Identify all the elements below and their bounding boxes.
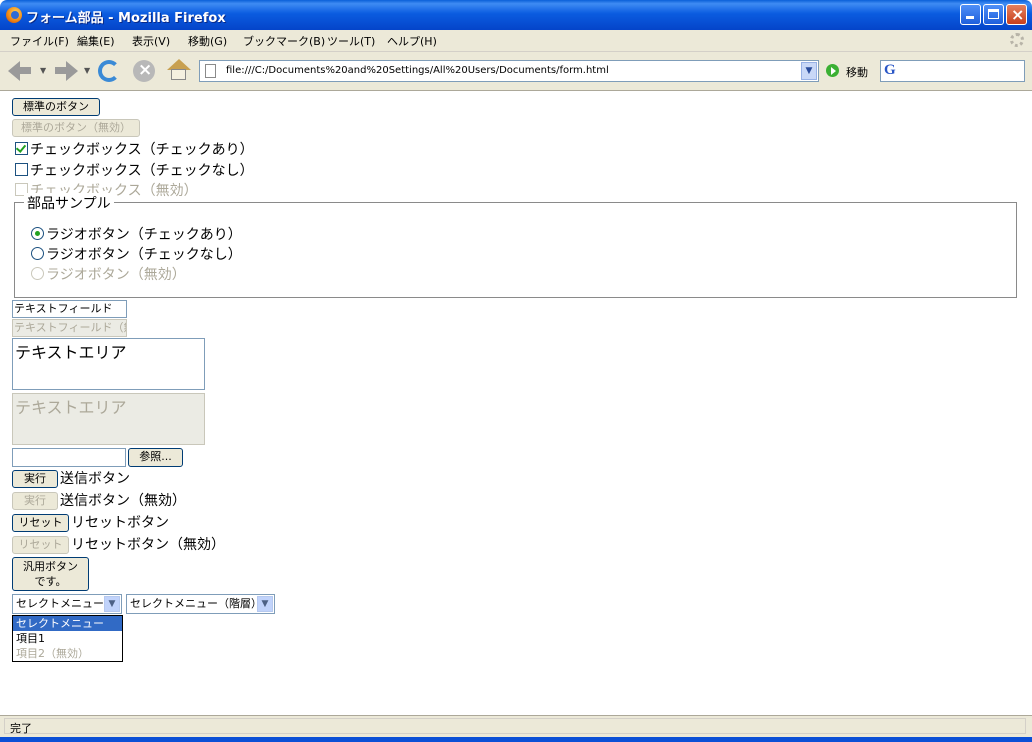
- status-panel: [4, 718, 1026, 734]
- go-button-label[interactable]: 移動: [846, 64, 868, 80]
- search-box[interactable]: G: [880, 60, 1025, 82]
- radio-disabled: [31, 267, 44, 280]
- submit-button-label: 送信ボタン: [60, 471, 130, 487]
- submit-button-disabled-label: 送信ボタン（無効）: [60, 493, 186, 509]
- radio-unchecked-label: ラジオボタン（チェックなし）: [46, 247, 242, 263]
- throbber-icon: [1010, 33, 1024, 47]
- menu-view[interactable]: 表示(V): [132, 33, 170, 49]
- generic-button-line2: です。: [34, 575, 67, 588]
- text-field[interactable]: テキストフィールド: [12, 300, 127, 318]
- go-icon[interactable]: [826, 64, 839, 77]
- checkbox-unchecked-label: チェックボックス（チェックなし）: [30, 163, 254, 179]
- reset-button-disabled: リセット: [12, 536, 69, 554]
- close-button[interactable]: ×: [1006, 4, 1027, 25]
- menu-file[interactable]: ファイル(F): [10, 33, 69, 49]
- menu-go[interactable]: 移動(G): [188, 33, 227, 49]
- checkmark-icon: [15, 142, 27, 153]
- menu-edit[interactable]: 編集(E): [77, 33, 115, 49]
- standard-button-disabled: 標準のボタン（無効）: [12, 119, 140, 137]
- menu-tools[interactable]: ツール(T): [327, 33, 375, 49]
- radio-checked-label: ラジオボタン（チェックあり）: [46, 227, 242, 243]
- forward-button[interactable]: [52, 60, 78, 82]
- reset-button-disabled-label: リセットボタン（無効）: [71, 537, 225, 553]
- checkbox-checked[interactable]: [15, 142, 28, 155]
- standard-button[interactable]: 標準のボタン: [12, 98, 100, 116]
- select-menu-grouped-dropdown-icon[interactable]: ▼: [257, 596, 273, 612]
- select-menu-value: セレクトメニュー: [16, 597, 104, 610]
- select-menu-dropdown-icon[interactable]: ▼: [104, 596, 120, 612]
- stop-icon[interactable]: [133, 60, 155, 82]
- back-history-dropdown-icon[interactable]: ▼: [40, 66, 46, 75]
- google-search-engine-icon[interactable]: G: [884, 62, 896, 79]
- select-option-1[interactable]: 項目1: [13, 631, 122, 646]
- minimize-icon: [966, 16, 974, 19]
- generic-button-line1: 汎用ボタン: [23, 560, 78, 573]
- menu-bookmarks[interactable]: ブックマーク(B): [243, 33, 325, 49]
- fieldset-parts-sample: 部品サンプル ラジオボタン（チェックあり） ラジオボタン（チェックなし） ラジオ…: [14, 193, 1017, 298]
- generic-button[interactable]: 汎用ボタン です。: [12, 557, 89, 591]
- submit-button-disabled: 実行: [12, 492, 58, 510]
- forward-arrow-icon: [66, 61, 78, 81]
- back-button[interactable]: [8, 60, 34, 82]
- status-text: 完了: [10, 722, 32, 735]
- menu-help[interactable]: ヘルプ(H): [387, 33, 437, 49]
- reset-button-label: リセットボタン: [71, 515, 169, 531]
- select-menu-grouped-value: セレクトメニュー（階層）: [130, 597, 262, 610]
- url-history-dropdown-icon[interactable]: ▼: [801, 62, 817, 80]
- textarea-disabled: テキストエリア: [12, 393, 205, 445]
- radio-dot-icon: [35, 231, 40, 236]
- firefox-icon: [6, 7, 22, 23]
- url-text[interactable]: file:///C:/Documents%20and%20Settings/Al…: [226, 65, 609, 76]
- home-icon[interactable]: [166, 59, 192, 83]
- forward-history-dropdown-icon[interactable]: ▼: [84, 66, 90, 75]
- page-icon: [205, 64, 216, 78]
- select-dropdown-list: セレクトメニュー 項目1 項目2（無効）: [12, 615, 123, 662]
- select-option-2: 項目2（無効）: [16, 647, 89, 660]
- fieldset-legend: 部品サンプル: [24, 193, 114, 213]
- checkbox-unchecked[interactable]: [15, 163, 28, 176]
- menu-bar: ファイル(F) 編集(E) 表示(V) 移動(G) ブックマーク(B) ツール(…: [0, 30, 1032, 52]
- radio-unchecked[interactable]: [31, 247, 44, 260]
- submit-button[interactable]: 実行: [12, 470, 58, 488]
- text-field-disabled: テキストフィールド（無効）: [12, 319, 127, 337]
- browse-button[interactable]: 参照...: [128, 448, 183, 467]
- radio-disabled-label: ラジオボタン（無効）: [46, 267, 186, 283]
- status-bar: 完了: [0, 715, 1032, 737]
- select-menu[interactable]: セレクトメニュー ▼: [12, 594, 122, 614]
- file-input[interactable]: [12, 448, 126, 467]
- minimize-button[interactable]: [960, 4, 981, 25]
- select-menu-grouped[interactable]: セレクトメニュー（階層） ▼: [126, 594, 275, 614]
- radio-checked[interactable]: [31, 227, 44, 240]
- close-icon: ×: [1011, 5, 1025, 24]
- reload-icon[interactable]: [98, 60, 120, 82]
- url-bar[interactable]: file:///C:/Documents%20and%20Settings/Al…: [199, 60, 819, 82]
- title-bar: フォーム部品 - Mozilla Firefox ×: [0, 0, 1032, 30]
- checkbox-checked-label: チェックボックス（チェックあり）: [30, 142, 254, 158]
- maximize-button[interactable]: [983, 4, 1004, 25]
- select-option-0[interactable]: セレクトメニュー: [13, 616, 122, 631]
- maximize-icon: [988, 9, 999, 19]
- reset-button[interactable]: リセット: [12, 514, 69, 532]
- window-bottom-edge: [0, 737, 1032, 742]
- window-title: フォーム部品 - Mozilla Firefox: [26, 11, 226, 26]
- textarea[interactable]: テキストエリア: [12, 338, 205, 390]
